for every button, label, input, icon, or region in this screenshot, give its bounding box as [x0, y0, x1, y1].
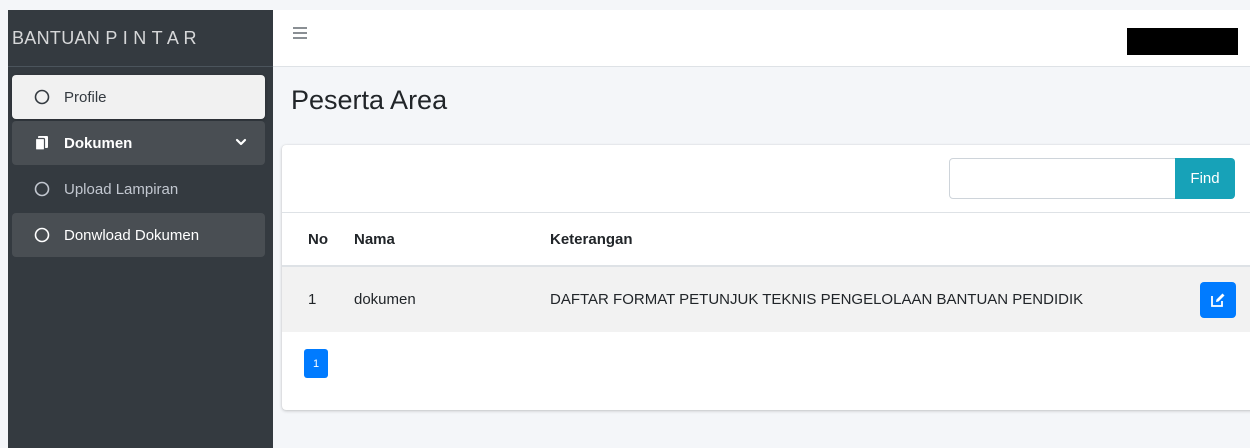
cell-action — [1177, 266, 1250, 332]
edit-button[interactable] — [1200, 281, 1236, 318]
menu-toggle-icon[interactable] — [293, 24, 313, 44]
table-header-row: No Nama Keterangan — [282, 213, 1250, 267]
circle-outline-icon — [32, 179, 52, 199]
document-table: No Nama Keterangan 1 dokumen DAFTAR FORM… — [282, 213, 1250, 332]
sidebar-nav: Profile Dokumen Upload Lampiran Donwload… — [8, 67, 273, 257]
top-navbar — [273, 10, 1250, 67]
sidebar-item-label: Upload Lampiran — [64, 180, 179, 198]
sidebar-item-upload-lampiran[interactable]: Upload Lampiran — [12, 167, 265, 211]
cell-keterangan: DAFTAR FORMAT PETUNJUK TEKNIS PENGELOLAA… — [538, 266, 1178, 332]
search-input[interactable] — [949, 158, 1176, 199]
sidebar: BANTUAN P I N T A R Profile Dokumen Uplo… — [8, 10, 273, 448]
main-content: Peserta Area Find No Nama Keterangan 1 d… — [273, 67, 1250, 448]
edit-icon — [1211, 293, 1225, 307]
chevron-down-icon — [235, 135, 247, 152]
column-header-nama: Nama — [342, 213, 538, 267]
sidebar-item-download-dokumen[interactable]: Donwload Dokumen — [12, 213, 265, 257]
brand-title[interactable]: BANTUAN P I N T A R — [8, 10, 273, 67]
find-button[interactable]: Find — [1175, 158, 1235, 199]
search-bar: Find — [282, 145, 1250, 213]
column-header-keterangan: Keterangan — [538, 213, 1178, 267]
page-link-current[interactable]: 1 — [304, 349, 328, 378]
circle-outline-icon — [32, 87, 52, 107]
sidebar-item-label: Donwload Dokumen — [64, 226, 200, 244]
page-title: Peserta Area — [291, 85, 448, 115]
user-menu-redacted[interactable] — [1127, 28, 1238, 55]
cell-no: 1 — [282, 266, 342, 332]
sidebar-item-dokumen[interactable]: Dokumen — [12, 121, 265, 165]
column-header-action — [1177, 213, 1250, 267]
pagination: 1 — [304, 349, 328, 378]
cell-nama: dokumen — [342, 266, 538, 332]
document-card: Find No Nama Keterangan 1 dokumen DAFTAR… — [282, 145, 1250, 410]
sidebar-item-label: Dokumen — [64, 134, 133, 152]
sidebar-item-profile[interactable]: Profile — [12, 75, 265, 119]
copy-files-icon — [32, 133, 52, 153]
sidebar-item-label: Profile — [64, 88, 107, 106]
table-row: 1 dokumen DAFTAR FORMAT PETUNJUK TEKNIS … — [282, 266, 1250, 332]
circle-outline-icon — [32, 225, 52, 245]
column-header-no: No — [282, 213, 342, 267]
